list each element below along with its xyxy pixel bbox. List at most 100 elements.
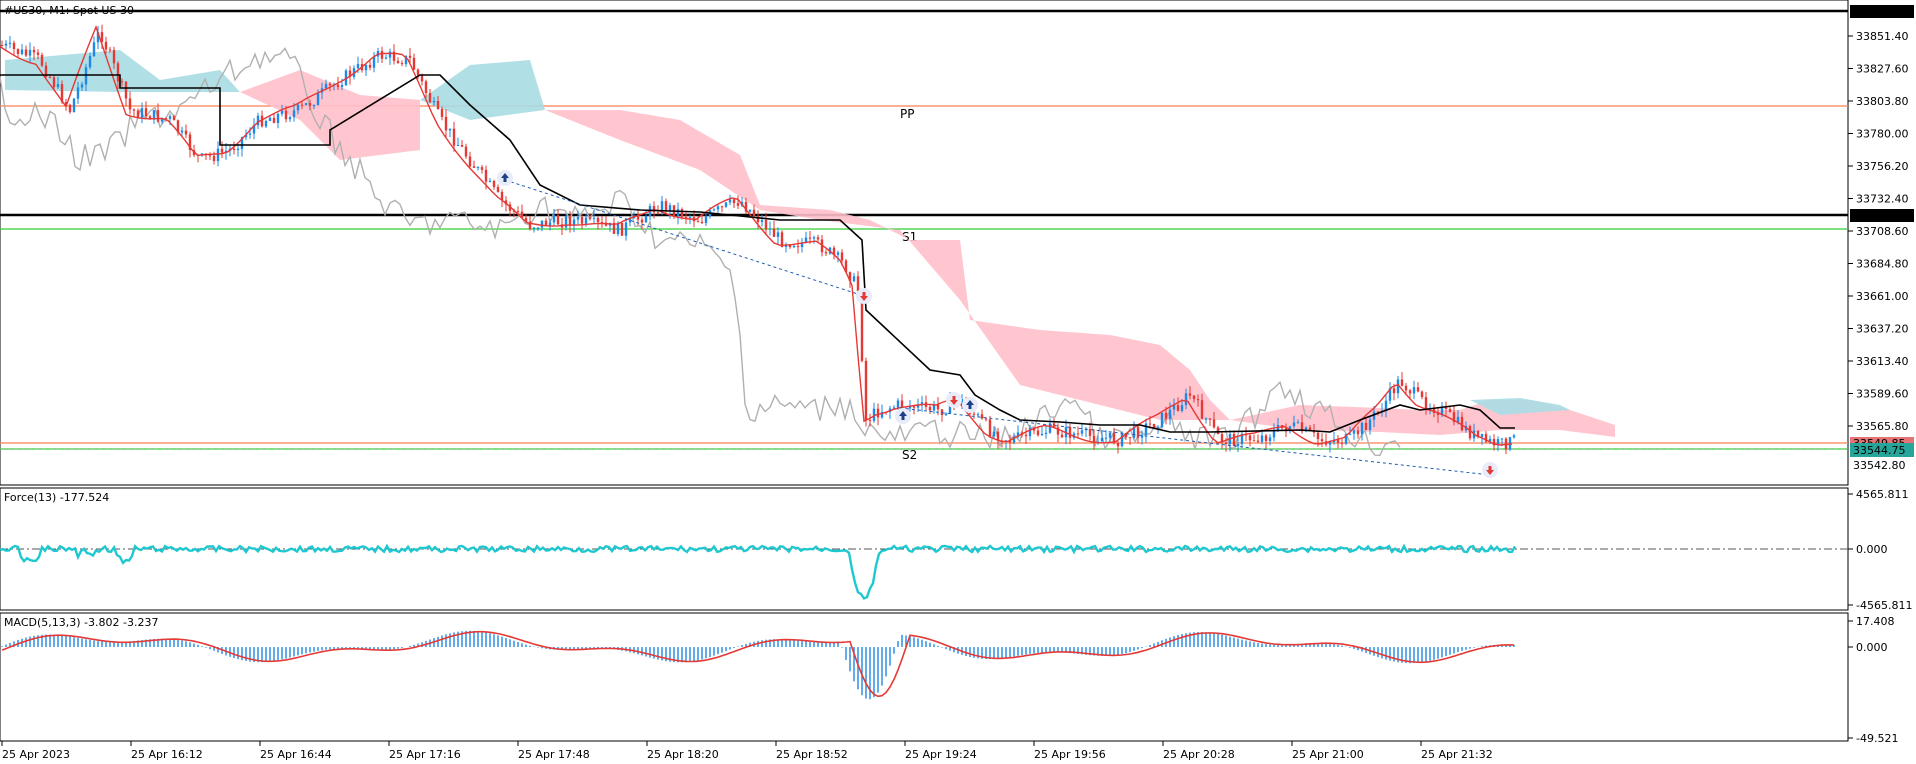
candle-body [136,110,140,118]
candle-body [32,49,36,53]
candle-body [1292,422,1296,427]
candle-body [840,252,844,261]
candle-body [980,414,984,419]
candle-body [164,117,168,119]
candle-body [1180,405,1184,411]
price-tag-below-text: 33542.80 [1853,459,1906,472]
candle-body [812,237,816,239]
force-tick-label: 4565.811 [1856,488,1909,501]
candle-body [752,209,756,216]
candle-body [88,55,92,68]
candle-body [1448,409,1452,413]
candle-body [212,155,216,162]
candle-body [824,252,828,254]
candle-body [0,45,4,46]
candle-body [128,98,132,110]
candle-body [776,232,780,237]
candle-body [1160,412,1164,428]
chart-window: PP S1 S2 #US30, M1: Spot US 30 33851.40 3… [0,0,1916,764]
candle-body [428,92,432,103]
price-tag-top: 33868.25 [1850,5,1914,19]
chart-canvas[interactable]: PP S1 S2 #US30, M1: Spot US 30 33851.403… [0,0,1916,764]
candle-body [756,215,760,223]
candle-body [728,199,732,203]
candle-body [452,128,456,146]
candle-body [384,57,388,59]
candle-body [988,419,992,437]
candle-body [816,237,820,240]
force-tick-label: 0.000 [1856,543,1888,556]
price-tick-label: 33661.00 [1856,290,1909,303]
candle-body [532,227,536,229]
candle-body [1320,439,1324,442]
macd-panel[interactable] [0,612,1849,742]
price-tick-label: 33589.60 [1856,388,1909,401]
candle-body [460,144,464,147]
macd-label: MACD(5,13,3) -3.802 -3.237 [4,616,158,629]
candle-body [1120,432,1124,447]
candle-body [68,104,72,113]
candle-body [1200,400,1204,419]
candle-body [1364,422,1368,431]
candle-body [52,77,56,88]
time-tick-label: 25 Apr 16:44 [260,748,332,761]
candle-body [536,227,540,229]
candle-body [736,203,740,206]
candle-body [940,409,944,416]
candle-body [1368,419,1372,431]
price-tick-label: 33637.20 [1856,323,1909,336]
candle-body [36,52,40,55]
candle-body [620,222,624,236]
force-axis: 4565.811 0.000 -4565.811 [1848,488,1912,612]
candle-body [84,67,88,85]
candle-body [1348,433,1352,435]
candle-body [1296,422,1300,424]
candle-body [1480,434,1484,437]
candle-body [540,220,544,228]
candle-body [1328,442,1332,445]
candle-body [1500,438,1504,440]
candle-body [400,63,404,65]
candle-body [1184,393,1188,406]
force-tick-label: -4565.811 [1856,599,1912,612]
candle-body [972,413,976,415]
candle-body [92,42,96,56]
price-axis: 33851.40 33827.60 33803.80 33780.00 33756.20… [1848,30,1909,433]
candle-body [1116,443,1120,447]
candle-body [340,84,344,87]
candle-body [1408,390,1412,394]
candle-body [584,217,588,224]
candle-body [1460,416,1464,431]
candle-body [1236,444,1240,447]
candle-body [480,167,484,170]
candle-body [156,110,160,122]
candle-body [104,41,108,50]
candle-body [272,117,276,123]
candle-body [248,133,252,135]
candle-body [768,228,772,230]
time-tick-label: 25 Apr 21:00 [1292,748,1364,761]
macd-tick-label: 17.408 [1856,615,1895,628]
candle-body [592,217,596,219]
candle-body [796,245,800,248]
candle-body [1340,442,1344,444]
candle-body [1360,422,1364,435]
candle-body [1248,435,1252,441]
candle-body [216,148,220,162]
candle-body [1356,430,1360,435]
candle-body [324,83,328,89]
price-tick-label: 33851.40 [1856,30,1909,43]
candle-body [1104,437,1108,439]
time-tick-label: 25 Apr 19:24 [905,748,977,761]
macd-panel-frame [0,612,1849,742]
s2-label: S2 [902,448,917,462]
candle-body [576,216,580,220]
candle-body [236,148,240,151]
candle-body [172,116,176,121]
candle-body [72,98,76,113]
candle-body [1412,387,1416,394]
candle-body [748,209,752,212]
candle-body [1204,418,1208,420]
pp-label: PP [900,107,914,121]
candle-body [936,404,940,410]
